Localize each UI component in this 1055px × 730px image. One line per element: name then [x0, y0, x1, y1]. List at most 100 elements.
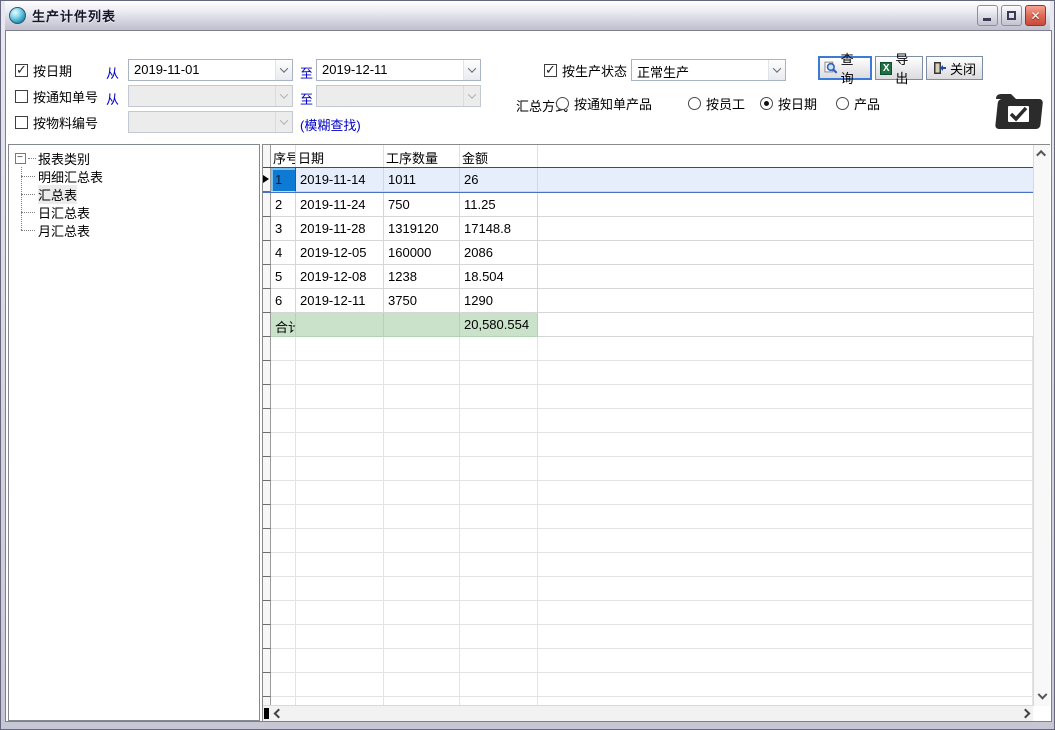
radio-label: 按员工: [706, 94, 745, 113]
radio-by-notice-product[interactable]: 按通知单产品: [556, 94, 652, 113]
excel-icon: X: [880, 62, 892, 75]
grid-row[interactable]: 3 2019-11-28 1319120 17148.8: [263, 217, 1033, 241]
client-area: 按日期 从 2019-11-01 至 2019-12-11 按生产状态 正常生产: [5, 30, 1052, 722]
notice-to-value: [317, 86, 463, 106]
notice-from-label: 从: [106, 89, 119, 108]
grid-empty-row: [263, 649, 1033, 673]
row-indicator-header: [263, 145, 271, 167]
filter-by-material[interactable]: 按物料编号: [15, 113, 98, 132]
query-button[interactable]: 查询: [818, 56, 872, 80]
row-indicator: [263, 168, 271, 192]
date-to-combo[interactable]: 2019-12-11: [316, 59, 481, 81]
close-button[interactable]: [1025, 5, 1046, 26]
status-value: 正常生产: [632, 60, 768, 80]
grid-empty-row: [263, 553, 1033, 577]
material-value: [129, 112, 275, 132]
grid-row[interactable]: 5 2019-12-08 1238 18.504: [263, 265, 1033, 289]
radio-label: 按通知单产品: [574, 94, 652, 113]
close-label: 关闭: [950, 59, 976, 78]
grid-empty-row: [263, 481, 1033, 505]
grid-empty-row: [263, 433, 1033, 457]
by-material-label: 按物料编号: [33, 113, 98, 132]
chevron-down-icon: [275, 86, 292, 106]
chevron-right-icon: [1020, 709, 1030, 719]
grid-empty-row: [263, 625, 1033, 649]
radio-by-employee[interactable]: 按员工: [688, 94, 745, 113]
app-window: 生产计件列表 按日期 从 2019-11-01 至 2019-12-11 按生产…: [0, 0, 1055, 730]
grid-row[interactable]: 6 2019-12-11 3750 1290: [263, 289, 1033, 313]
date-from-value: 2019-11-01: [129, 60, 275, 80]
col-header-seq[interactable]: 序号: [271, 145, 296, 167]
by-date-checkbox[interactable]: [15, 64, 28, 77]
radio-by-date[interactable]: 按日期: [760, 94, 817, 113]
chevron-down-icon[interactable]: [275, 60, 292, 80]
chevron-down-icon: [463, 86, 480, 106]
hscroll-thumb[interactable]: [264, 708, 269, 719]
scroll-right-button[interactable]: [1017, 706, 1033, 721]
col-header-filler: [538, 145, 1033, 167]
minimize-button[interactable]: [977, 5, 998, 26]
by-notice-checkbox[interactable]: [15, 90, 28, 103]
material-combo: [128, 111, 293, 133]
total-amount: 20,580.554: [460, 313, 538, 337]
grid-total-row: 合计 20,580.554: [263, 313, 1033, 337]
grid-row[interactable]: 4 2019-12-05 160000 2086: [263, 241, 1033, 265]
by-status-checkbox[interactable]: [544, 64, 557, 77]
grid-header: 序号 日期 工序数量 金额: [263, 145, 1033, 168]
total-label: 合计: [271, 313, 296, 337]
radio-by-product[interactable]: 产品: [836, 94, 880, 113]
tree-item-detail-summary[interactable]: 明细汇总表: [21, 167, 257, 185]
export-label: 导出: [895, 49, 918, 87]
report-tree-panel: 报表类别 明细汇总表 汇总表 日汇总表 月汇总表: [8, 144, 260, 721]
titlebar[interactable]: 生产计件列表: [5, 1, 1050, 30]
grid-empty-row: [263, 577, 1033, 601]
tree-root-row[interactable]: 报表类别: [11, 149, 257, 167]
notice-from-value: [129, 86, 275, 106]
maximize-icon: [1007, 11, 1016, 20]
collapse-icon[interactable]: [15, 153, 26, 164]
radio-icon[interactable]: [836, 97, 849, 110]
vertical-scrollbar[interactable]: [1033, 145, 1050, 706]
grid-empty-row: [263, 337, 1033, 361]
date-from-label: 从: [106, 63, 119, 82]
tree-connector: [28, 158, 36, 159]
scroll-left-button[interactable]: [270, 706, 286, 721]
grid-row-selected[interactable]: 1 2019-11-14 1011 26: [263, 168, 1033, 193]
notice-from-combo: [128, 85, 293, 107]
window-title: 生产计件列表: [32, 6, 971, 25]
query-label: 查询: [841, 49, 866, 87]
radio-selected-icon[interactable]: [760, 97, 773, 110]
chevron-down-icon: [275, 112, 292, 132]
exit-door-icon: [933, 61, 947, 75]
radio-icon[interactable]: [556, 97, 569, 110]
chevron-down-icon[interactable]: [768, 60, 785, 80]
horizontal-scrollbar[interactable]: [263, 705, 1033, 721]
tree-item-summary[interactable]: 汇总表: [21, 185, 257, 203]
tree-root-label: 报表类别: [38, 149, 90, 168]
filter-by-status[interactable]: 按生产状态: [544, 61, 627, 80]
scroll-up-button[interactable]: [1034, 145, 1050, 162]
col-header-qty[interactable]: 工序数量: [384, 145, 460, 167]
grid-row[interactable]: 2 2019-11-24 750 11.25: [263, 193, 1033, 217]
grid-empty-row: [263, 457, 1033, 481]
grid-empty-row: [263, 601, 1033, 625]
maximize-button[interactable]: [1001, 5, 1022, 26]
chevron-down-icon[interactable]: [463, 60, 480, 80]
filter-by-notice[interactable]: 按通知单号: [15, 87, 98, 106]
grid-empty-row: [263, 409, 1033, 433]
tree-item-monthly-summary[interactable]: 月汇总表: [21, 221, 257, 239]
folder-check-icon[interactable]: [990, 89, 1046, 137]
status-combo[interactable]: 正常生产: [631, 59, 786, 81]
export-button[interactable]: X 导出: [875, 56, 923, 80]
col-header-amount[interactable]: 金额: [460, 145, 538, 167]
row-arrow-icon: [263, 175, 269, 183]
scroll-down-button[interactable]: [1034, 689, 1050, 706]
by-material-checkbox[interactable]: [15, 116, 28, 129]
filter-by-date[interactable]: 按日期: [15, 61, 72, 80]
tree-item-daily-summary[interactable]: 日汇总表: [21, 203, 257, 221]
date-from-combo[interactable]: 2019-11-01: [128, 59, 293, 81]
radio-icon[interactable]: [688, 97, 701, 110]
close-window-button[interactable]: 关闭: [926, 56, 983, 80]
radio-label: 按日期: [778, 94, 817, 113]
col-header-date[interactable]: 日期: [296, 145, 384, 167]
